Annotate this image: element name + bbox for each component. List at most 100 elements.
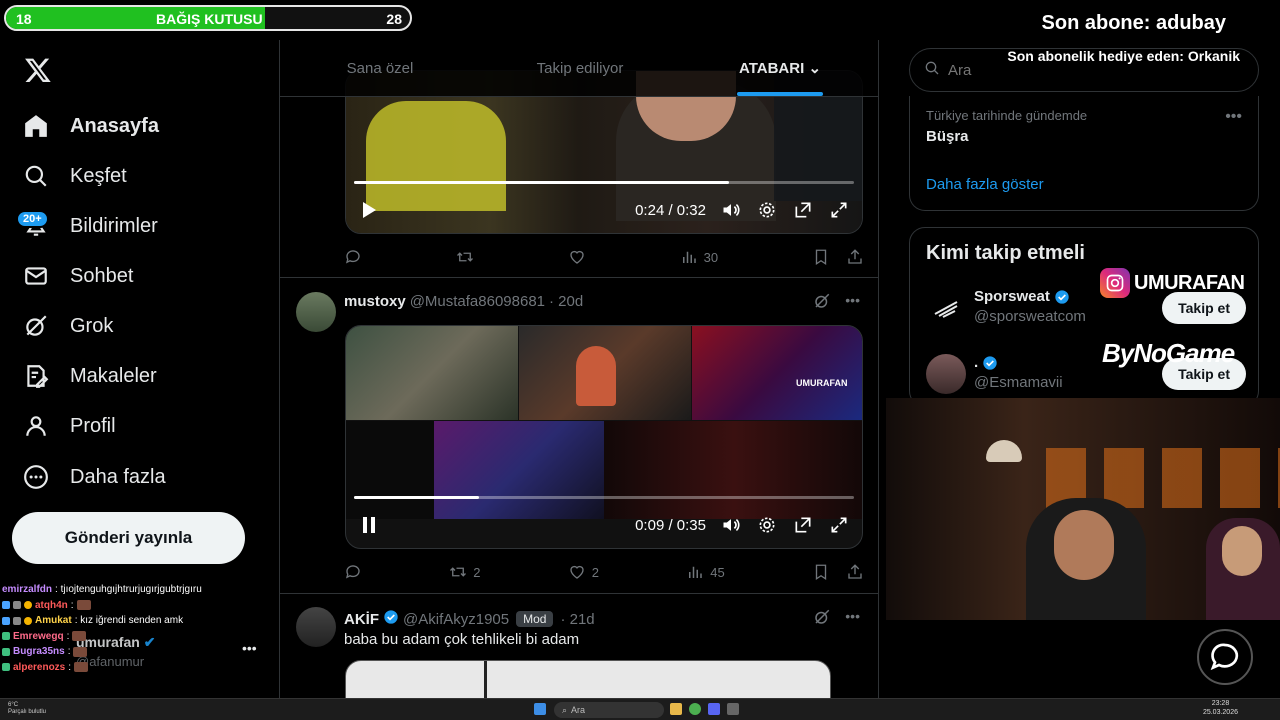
reply-button[interactable] (344, 563, 362, 581)
who-to-follow: Kimi takip etmeli Sporsweat @sporsweatco… (909, 227, 1259, 407)
badge-icon (2, 632, 10, 641)
trend-name[interactable]: Büşra (926, 128, 969, 145)
popout-icon[interactable] (792, 514, 814, 536)
retweet-button[interactable] (456, 248, 474, 266)
pause-icon[interactable] (358, 514, 380, 536)
more-icon[interactable]: ••• (845, 608, 860, 631)
tweet-top-icons: ••• (813, 608, 860, 631)
video-progress[interactable] (354, 181, 854, 184)
show-more-link[interactable]: Daha fazla göster (926, 176, 1044, 193)
views-button[interactable]: 45 (686, 563, 725, 581)
settings-icon[interactable] (756, 514, 778, 536)
video-frame (692, 326, 862, 420)
tweet-time[interactable]: · 21d (560, 611, 594, 628)
tweet-header: AKİF @AkifAkyz1905 Mod · 21d (344, 609, 595, 629)
tab-for-you[interactable]: Sana özel (280, 40, 480, 96)
reply-icon (345, 250, 360, 264)
author-handle[interactable]: @AkifAkyz1905 (403, 611, 509, 628)
like-button[interactable]: 2 (568, 563, 599, 581)
retweet-button[interactable]: 2 (449, 563, 481, 581)
fullscreen-icon[interactable] (828, 199, 850, 221)
taskbar-search[interactable]: ⌕ Ara (554, 702, 664, 718)
app-icon[interactable] (727, 703, 739, 715)
folder-icon[interactable] (670, 703, 682, 715)
like-button[interactable] (568, 248, 586, 266)
views-count: 30 (703, 249, 719, 265)
badge-icon (13, 601, 21, 610)
author-handle[interactable]: @Mustafa86098681 (410, 293, 545, 310)
volume-icon[interactable] (720, 514, 742, 536)
grok-icon[interactable] (813, 292, 831, 315)
media-divider (484, 661, 487, 700)
grok-icon[interactable] (813, 608, 831, 631)
views-icon (689, 566, 703, 578)
badge-icon (2, 601, 10, 610)
nav-messages[interactable]: Sohbet (22, 256, 133, 296)
nav-more[interactable]: Daha fazla (22, 457, 166, 497)
weather-widget[interactable]: 6°C Parçalı bulutlu (8, 702, 46, 716)
nav-explore[interactable]: Keşfet (22, 156, 127, 196)
chat-bubble-button[interactable] (1197, 629, 1253, 685)
post-button[interactable]: Gönderi yayınla (12, 512, 245, 564)
author-name[interactable]: AKİF (344, 611, 379, 628)
tab-atabari[interactable]: ATABARI ⌄ (680, 40, 878, 96)
avatar (926, 354, 966, 394)
donation-left-value: 18 (16, 11, 32, 27)
nav-notifications-label: Bildirimler (70, 214, 158, 237)
chat-line: emirzalfdn : tjıojtenguhgıjhtrurjugırjgu… (2, 582, 272, 598)
volume-icon[interactable] (720, 199, 742, 221)
play-icon[interactable] (358, 199, 380, 221)
tweet-time[interactable]: · 20d (549, 293, 583, 310)
heart-icon (570, 250, 584, 264)
avatar[interactable] (296, 292, 336, 332)
nav-profile[interactable]: Profil (22, 406, 116, 446)
tweet-media[interactable] (345, 660, 831, 700)
nav-articles[interactable]: Makaleler (22, 356, 157, 396)
bookmark-icon[interactable] (812, 563, 830, 581)
share-icon[interactable] (846, 248, 864, 266)
search-icon (924, 60, 940, 80)
avatar[interactable] (296, 607, 336, 647)
badge-icon (2, 647, 10, 656)
badge-icon (24, 616, 32, 625)
suggestion-name: Sporsweat (974, 288, 1070, 305)
discord-icon[interactable] (708, 703, 720, 715)
trend-more-icon[interactable]: ••• (1225, 108, 1242, 126)
chrome-icon[interactable] (689, 703, 701, 715)
chat-line: Amukat : kız iğrendi senden amk (2, 613, 272, 629)
feed-tabs: Sana özel Takip ediliyor ATABARI ⌄ (280, 40, 878, 97)
badge-icon (13, 616, 21, 625)
tab-following[interactable]: Takip ediliyor (480, 40, 680, 96)
bookmark-icon[interactable] (812, 248, 830, 266)
reply-button[interactable] (344, 248, 362, 266)
nav-grok-label: Grok (70, 314, 114, 337)
chat-line: atqh4n : (2, 598, 272, 614)
search-input[interactable] (948, 61, 1228, 79)
video-controls: 0:09 / 0:35 (346, 502, 862, 548)
views-button[interactable]: 30 (680, 248, 718, 266)
taskbar-icons (534, 703, 546, 715)
popout-icon[interactable] (792, 199, 814, 221)
os-taskbar: 6°C Parçalı bulutlu ⌕ Ara 23:28 25.03.2026 (0, 698, 1280, 720)
search-icon: ⌕ (562, 704, 568, 715)
author-name[interactable]: mustoxy (344, 293, 406, 310)
taskbar-clock[interactable]: 23:28 25.03.2026 (1203, 700, 1238, 718)
tweet-top-icons: ••• (813, 292, 860, 315)
nav-home[interactable]: Anasayfa (22, 106, 159, 146)
start-icon[interactable] (534, 703, 546, 715)
settings-icon[interactable] (756, 199, 778, 221)
home-icon (22, 112, 50, 140)
fullscreen-icon[interactable] (828, 514, 850, 536)
chat-message: : (67, 646, 71, 657)
tweet-video[interactable]: UMURAFAN 0:09 / 0:35 (345, 325, 863, 549)
video-progress[interactable] (354, 496, 854, 499)
stream-top-overlay: 18 BAĞIŞ KUTUSU 28 Son abone: adubay (0, 0, 1280, 40)
x-logo-icon[interactable] (24, 56, 52, 84)
suggestion-handle: @Esmamavii (974, 374, 1063, 391)
video-controls: 0:24 / 0:32 (346, 187, 862, 233)
like-count: 2 (591, 564, 599, 580)
nav-grok[interactable]: Grok (22, 306, 113, 346)
more-icon[interactable]: ••• (845, 292, 860, 315)
notifications-badge: 20+ (16, 210, 49, 228)
share-icon[interactable] (846, 563, 864, 581)
